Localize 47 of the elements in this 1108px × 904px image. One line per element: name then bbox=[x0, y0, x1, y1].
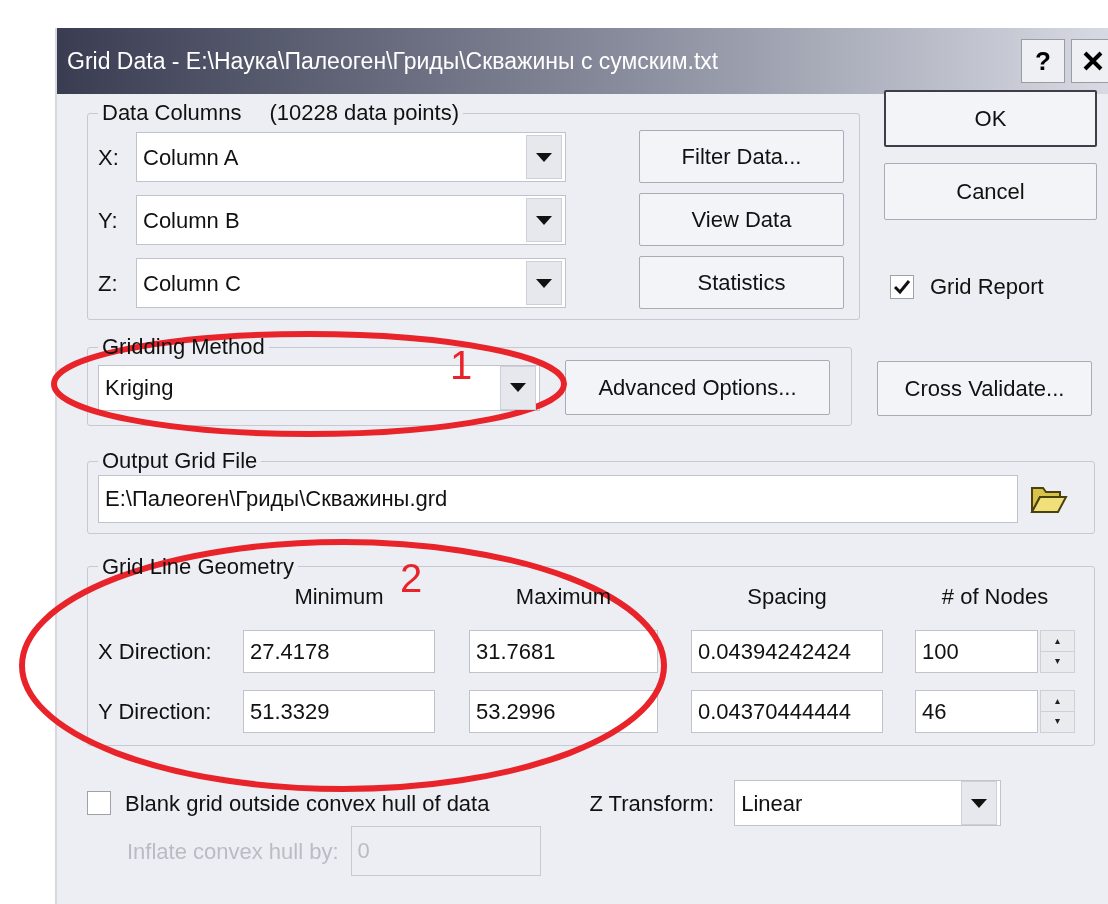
row-label: X Direction: bbox=[98, 638, 213, 667]
row-label: Y Direction: bbox=[98, 698, 213, 727]
column-header: # of Nodes bbox=[940, 583, 1050, 612]
group-title: Data Columns bbox=[102, 100, 242, 125]
caret-icon bbox=[536, 278, 552, 288]
caret-icon bbox=[536, 215, 552, 225]
field-label: Z Transform: bbox=[589, 789, 715, 818]
column-header: Minimum bbox=[293, 583, 385, 612]
group-title: Output Grid File bbox=[102, 448, 258, 474]
axis-label: Z: bbox=[98, 269, 119, 298]
caret-icon bbox=[536, 152, 552, 162]
column-header: Spacing bbox=[746, 583, 828, 612]
column-dropdown[interactable]: Column C bbox=[136, 258, 566, 309]
number-field[interactable]: 27.4178 bbox=[243, 630, 435, 674]
column-header: Maximum bbox=[514, 583, 613, 612]
axis-label: Y: bbox=[98, 206, 119, 235]
file-path-field[interactable]: E:\Палеоген\Гриды\Скважины.grd bbox=[98, 474, 1018, 523]
window-title: Grid Data - E:\Наука\Палеоген\Гриды\Скважины с сумским.txt bbox=[67, 46, 719, 76]
number-field[interactable]: 0.04394242424 bbox=[691, 630, 883, 674]
caret-icon bbox=[971, 798, 988, 808]
axis-label: X: bbox=[98, 143, 120, 172]
number-field[interactable]: 46 bbox=[915, 690, 1038, 734]
column-dropdown[interactable]: Column A bbox=[136, 132, 566, 183]
number-field[interactable]: 0.04370444444 bbox=[691, 690, 883, 734]
close-button[interactable] bbox=[1071, 39, 1108, 83]
close-icon bbox=[1082, 50, 1104, 72]
checkbox[interactable] bbox=[87, 791, 111, 816]
dialog-button[interactable]: Cancel bbox=[884, 163, 1097, 220]
dialog-button[interactable]: Filter Data... bbox=[639, 130, 844, 184]
data-point-count: (10228 data points) bbox=[269, 100, 459, 125]
help-button[interactable]: ? bbox=[1021, 39, 1065, 83]
number-field[interactable]: 100 bbox=[915, 630, 1038, 674]
dialog-button[interactable]: View Data bbox=[639, 193, 844, 247]
checkbox-label: Grid Report bbox=[930, 273, 1044, 301]
annotation-number: 2 bbox=[400, 558, 423, 598]
caret-icon bbox=[510, 383, 526, 393]
dialog-button[interactable]: OK bbox=[884, 90, 1097, 147]
number-field[interactable]: 31.7681 bbox=[469, 630, 658, 674]
checkbox-label: Blank grid outside convex hull of data bbox=[125, 789, 490, 818]
column-dropdown[interactable]: Column B bbox=[136, 195, 566, 246]
dialog-button[interactable]: Cross Validate... bbox=[877, 361, 1092, 417]
number-field[interactable]: 53.2996 bbox=[469, 690, 658, 734]
number-field[interactable]: 51.3329 bbox=[243, 690, 435, 734]
dialog-button[interactable]: Statistics bbox=[639, 256, 844, 310]
dialog-button[interactable]: Advanced Options... bbox=[565, 360, 830, 416]
transform-dropdown[interactable]: Linear bbox=[734, 780, 1002, 827]
checkbox[interactable] bbox=[890, 274, 914, 299]
